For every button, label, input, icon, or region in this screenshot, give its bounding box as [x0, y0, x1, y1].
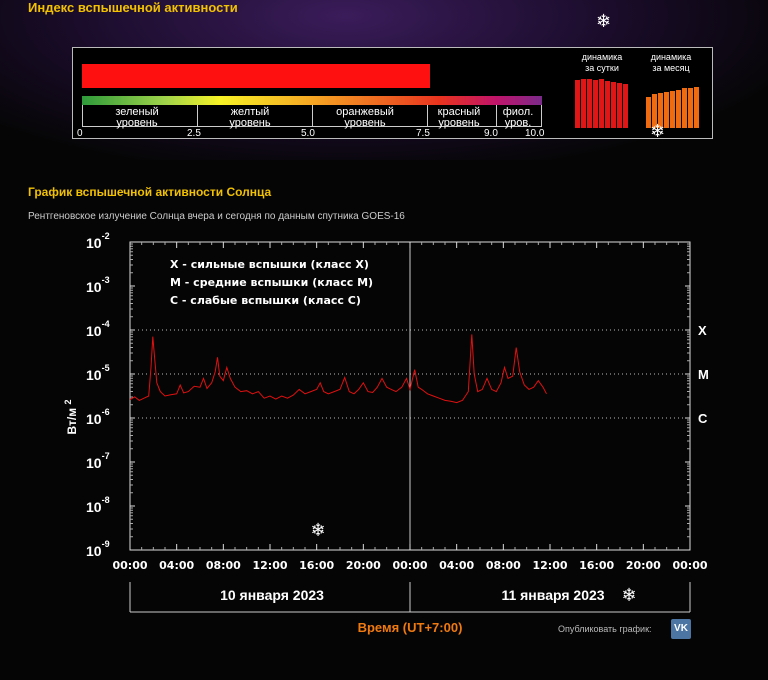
vk-icon: VK: [674, 623, 688, 634]
y-tick-label: 10-9: [86, 539, 110, 559]
class-labels: X M C: [698, 323, 709, 426]
flare-chart: 10-210-310-410-510-610-710-810-9 00:00 04…: [63, 231, 709, 635]
y-tick-label: 10-5: [86, 363, 110, 383]
publish-label: Опубликовать график:: [558, 624, 652, 634]
y-tick-label: 10-2: [86, 231, 110, 251]
date-label-day1: 10 января 2023: [220, 587, 324, 603]
x-tick-label: 04:00: [439, 559, 474, 572]
class-label: C: [698, 411, 708, 426]
snowflake-icon: ❄: [310, 520, 325, 540]
x-tick-label: 00:00: [112, 559, 147, 572]
x-tick-label: 20:00: [626, 559, 661, 572]
svg-text:Вт/м 2: Вт/м 2: [63, 400, 79, 435]
y-tick-base: 10: [86, 411, 102, 427]
x-tick-label: 12:00: [532, 559, 567, 572]
y-tick-base: 10: [86, 455, 102, 471]
snowflake-icon: ❄: [621, 585, 636, 605]
y-tick-base: 10: [86, 279, 102, 295]
y-tick-base: 10: [86, 499, 102, 515]
x-tick-label: 00:00: [392, 559, 427, 572]
class-label: X: [698, 323, 707, 338]
xray-flux-line: [129, 334, 547, 404]
y-tick-exp: -3: [102, 275, 110, 285]
y-axis-label-sup: 2: [63, 400, 73, 405]
legend-x: X - сильные вспышки (класс X): [170, 258, 369, 271]
y-tick-exp: -6: [102, 407, 110, 417]
y-axis-label-text: Вт/м: [65, 408, 79, 435]
y-axis-label: Вт/м 2: [63, 400, 79, 435]
x-tick-label: 16:00: [299, 559, 334, 572]
date-label-day2: 11 января 2023: [501, 587, 604, 603]
x-tick-label: 12:00: [252, 559, 287, 572]
y-tick-base: 10: [86, 235, 102, 251]
y-tick-exp: -7: [102, 451, 110, 461]
legend-c: C - слабые вспышки (класс C): [170, 294, 361, 307]
y-tick-label: 10-8: [86, 495, 110, 515]
y-tick-base: 10: [86, 543, 102, 559]
y-tick-label: 10-7: [86, 451, 110, 471]
vk-share-button[interactable]: VK: [671, 619, 691, 639]
x-tick-label: 16:00: [579, 559, 614, 572]
class-label: M: [698, 367, 709, 382]
y-tick-label: 10-4: [86, 319, 110, 339]
y-tick-label: 10-6: [86, 407, 110, 427]
y-tick-base: 10: [86, 323, 102, 339]
x-tick-label: 00:00: [672, 559, 707, 572]
y-tick-exp: -4: [102, 319, 110, 329]
y-tick-exp: -8: [102, 495, 110, 505]
y-tick-exp: -9: [102, 539, 110, 549]
x-tick-label: 20:00: [346, 559, 381, 572]
x-tick-label: 04:00: [159, 559, 194, 572]
x-axis-label: Время (UT+7:00): [358, 620, 463, 635]
y-tick-base: 10: [86, 367, 102, 383]
x-tick-label: 08:00: [486, 559, 521, 572]
y-tick-exp: -2: [102, 231, 110, 241]
legend-m: M - средние вспышки (класс M): [170, 276, 373, 289]
y-tick-label: 10-3: [86, 275, 110, 295]
x-tick-label: 08:00: [206, 559, 241, 572]
y-tick-exp: -5: [102, 363, 110, 373]
